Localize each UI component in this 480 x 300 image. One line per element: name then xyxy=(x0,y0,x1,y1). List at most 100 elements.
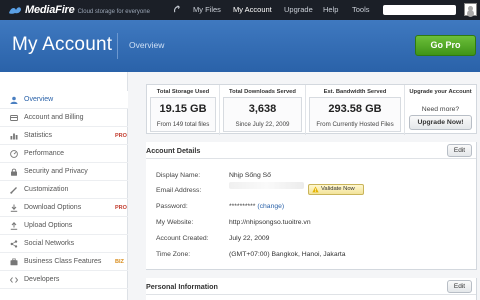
code-icon xyxy=(10,277,18,283)
stat-box: 293.58 GB From Currently Hosted Files xyxy=(309,97,401,132)
lock-icon xyxy=(11,168,17,176)
sidebar-item-label: Statistics xyxy=(24,132,53,139)
panel-title: Account Details xyxy=(146,146,201,155)
avatar[interactable] xyxy=(464,3,477,16)
pro-badge: PRO xyxy=(115,205,127,211)
warning-icon xyxy=(312,186,319,193)
sidebar-item-label: Upload Options xyxy=(24,222,73,229)
stat-subtext: From Currently Hosted Files xyxy=(316,121,394,128)
password-label: Password: xyxy=(156,203,188,210)
sidebar-item-download-options[interactable]: Download Options PRO xyxy=(0,199,128,217)
validate-label: Validate Now xyxy=(321,186,355,192)
download-icon xyxy=(10,204,18,212)
mediafire-logo-icon xyxy=(9,7,21,14)
page-title: My Account xyxy=(12,34,113,55)
stat-title: Total Downloads Served xyxy=(229,89,296,95)
personal-information-panel: Personal Information Edit xyxy=(146,278,477,300)
edit-account-button[interactable]: Edit xyxy=(447,144,472,157)
edit-personal-button[interactable]: Edit xyxy=(447,280,472,293)
sidebar-item-overview[interactable]: Overview xyxy=(0,91,128,109)
stat-value: 3,638 xyxy=(248,103,277,115)
stat-subtext: From 149 total files xyxy=(156,121,210,128)
sync-icon[interactable] xyxy=(173,5,182,14)
need-more-text: Need more? xyxy=(421,106,460,113)
banner-divider xyxy=(117,33,118,59)
sidebar-item-label: Developers xyxy=(24,276,60,283)
sidebar-item-label: Performance xyxy=(24,150,65,157)
sidebar-item-developers[interactable]: Developers xyxy=(0,271,128,289)
user-icon xyxy=(10,96,18,104)
briefcase-icon xyxy=(10,258,18,266)
brush-icon xyxy=(10,187,17,194)
stat-title: Total Storage Used xyxy=(156,89,210,95)
sidebar: Overview Account and Billing Statistics … xyxy=(0,72,128,300)
page-subtitle: Overview xyxy=(129,40,165,50)
sidebar-item-label: Customization xyxy=(24,186,69,193)
stat-value: 293.58 GB xyxy=(328,103,382,115)
stat-title: Upgrade your Account xyxy=(409,89,472,95)
created-label: Account Created: xyxy=(156,235,209,242)
top-nav-bar: MediaFire Cloud storage for everyone My … xyxy=(0,0,480,20)
sidebar-item-security-privacy[interactable]: Security and Privacy xyxy=(0,163,128,181)
nav-my-account[interactable]: My Account xyxy=(233,0,272,20)
timezone-value: (GMT+07:00) Bangkok, Hanoi, Jakarta xyxy=(229,251,346,258)
panel-title: Personal Information xyxy=(146,282,218,291)
sidebar-item-label: Social Networks xyxy=(24,240,75,247)
stat-upgrade: Upgrade your Account Need more? Upgrade … xyxy=(405,85,476,135)
sidebar-item-upload-options[interactable]: Upload Options xyxy=(0,217,128,235)
sidebar-item-label: Account and Billing xyxy=(24,114,84,121)
nav-upgrade[interactable]: Upgrade xyxy=(284,0,313,20)
mediafire-logo[interactable]: MediaFire Cloud storage for everyone xyxy=(8,2,150,18)
stat-downloads: Total Downloads Served 3,638 Since July … xyxy=(220,85,306,135)
share-icon xyxy=(10,240,18,248)
stat-storage: Total Storage Used 19.15 GB From 149 tot… xyxy=(147,85,220,135)
website-label: My Website: xyxy=(156,219,194,226)
nav-my-files[interactable]: My Files xyxy=(193,0,221,20)
gauge-icon xyxy=(10,150,18,158)
sidebar-item-performance[interactable]: Performance xyxy=(0,145,128,163)
pro-badge: PRO xyxy=(115,133,127,139)
sidebar-item-label: Download Options xyxy=(24,204,82,211)
change-password-link[interactable]: (change) xyxy=(257,203,284,210)
timezone-label: Time Zone: xyxy=(156,251,191,258)
password-mask: ********** xyxy=(229,203,256,210)
website-value: http://nhipsongso.tuoitre.vn xyxy=(229,219,311,226)
sidebar-item-customization[interactable]: Customization xyxy=(0,181,128,199)
sidebar-item-label: Security and Privacy xyxy=(24,168,88,175)
sidebar-item-business-class[interactable]: Business Class Features BIZ xyxy=(0,253,128,271)
display-name-value: Nhịp Sống Số xyxy=(229,172,271,179)
nav-help[interactable]: Help xyxy=(323,0,338,20)
upload-icon xyxy=(10,222,18,230)
display-name-label: Display Name: xyxy=(156,172,201,179)
card-icon xyxy=(10,115,18,121)
bar-chart-icon xyxy=(10,133,18,140)
page-banner: My Account Overview Go Pro xyxy=(0,20,480,72)
account-details-panel: Account Details Edit Display Name: Nhịp … xyxy=(146,142,477,270)
brand-tagline: Cloud storage for everyone xyxy=(77,8,150,15)
nav-tools[interactable]: Tools xyxy=(352,0,370,20)
biz-badge: BIZ xyxy=(115,259,124,265)
email-value-redacted xyxy=(229,182,304,189)
stat-title: Est. Bandwidth Served xyxy=(323,89,387,95)
stat-value: 19.15 GB xyxy=(159,103,207,115)
sidebar-item-social-networks[interactable]: Social Networks xyxy=(0,235,128,253)
sidebar-item-label: Overview xyxy=(24,96,54,103)
sidebar-item-statistics[interactable]: Statistics PRO xyxy=(0,127,128,145)
stat-bandwidth: Est. Bandwidth Served 293.58 GB From Cur… xyxy=(306,85,405,135)
panel-header: Personal Information Edit xyxy=(146,278,476,295)
stat-box: 19.15 GB From 149 total files xyxy=(150,97,216,132)
password-value: ********** (change) xyxy=(229,203,284,210)
panel-header: Account Details Edit xyxy=(146,142,476,159)
stat-subtext: Since July 22, 2009 xyxy=(235,121,290,128)
go-pro-button[interactable]: Go Pro xyxy=(415,35,476,56)
brand-name: MediaFire xyxy=(25,4,75,16)
email-label: Email Address: xyxy=(156,187,202,194)
sidebar-item-account-billing[interactable]: Account and Billing xyxy=(0,109,128,127)
validate-now-button[interactable]: Validate Now xyxy=(308,184,364,195)
created-value: July 22, 2009 xyxy=(229,235,270,242)
usage-stats-panel: Total Storage Used 19.15 GB From 149 tot… xyxy=(146,84,477,135)
sidebar-item-label: Business Class Features xyxy=(24,258,102,265)
upgrade-now-button[interactable]: Upgrade Now! xyxy=(409,115,472,130)
stat-box: 3,638 Since July 22, 2009 xyxy=(223,97,302,132)
search-input[interactable] xyxy=(383,5,456,15)
